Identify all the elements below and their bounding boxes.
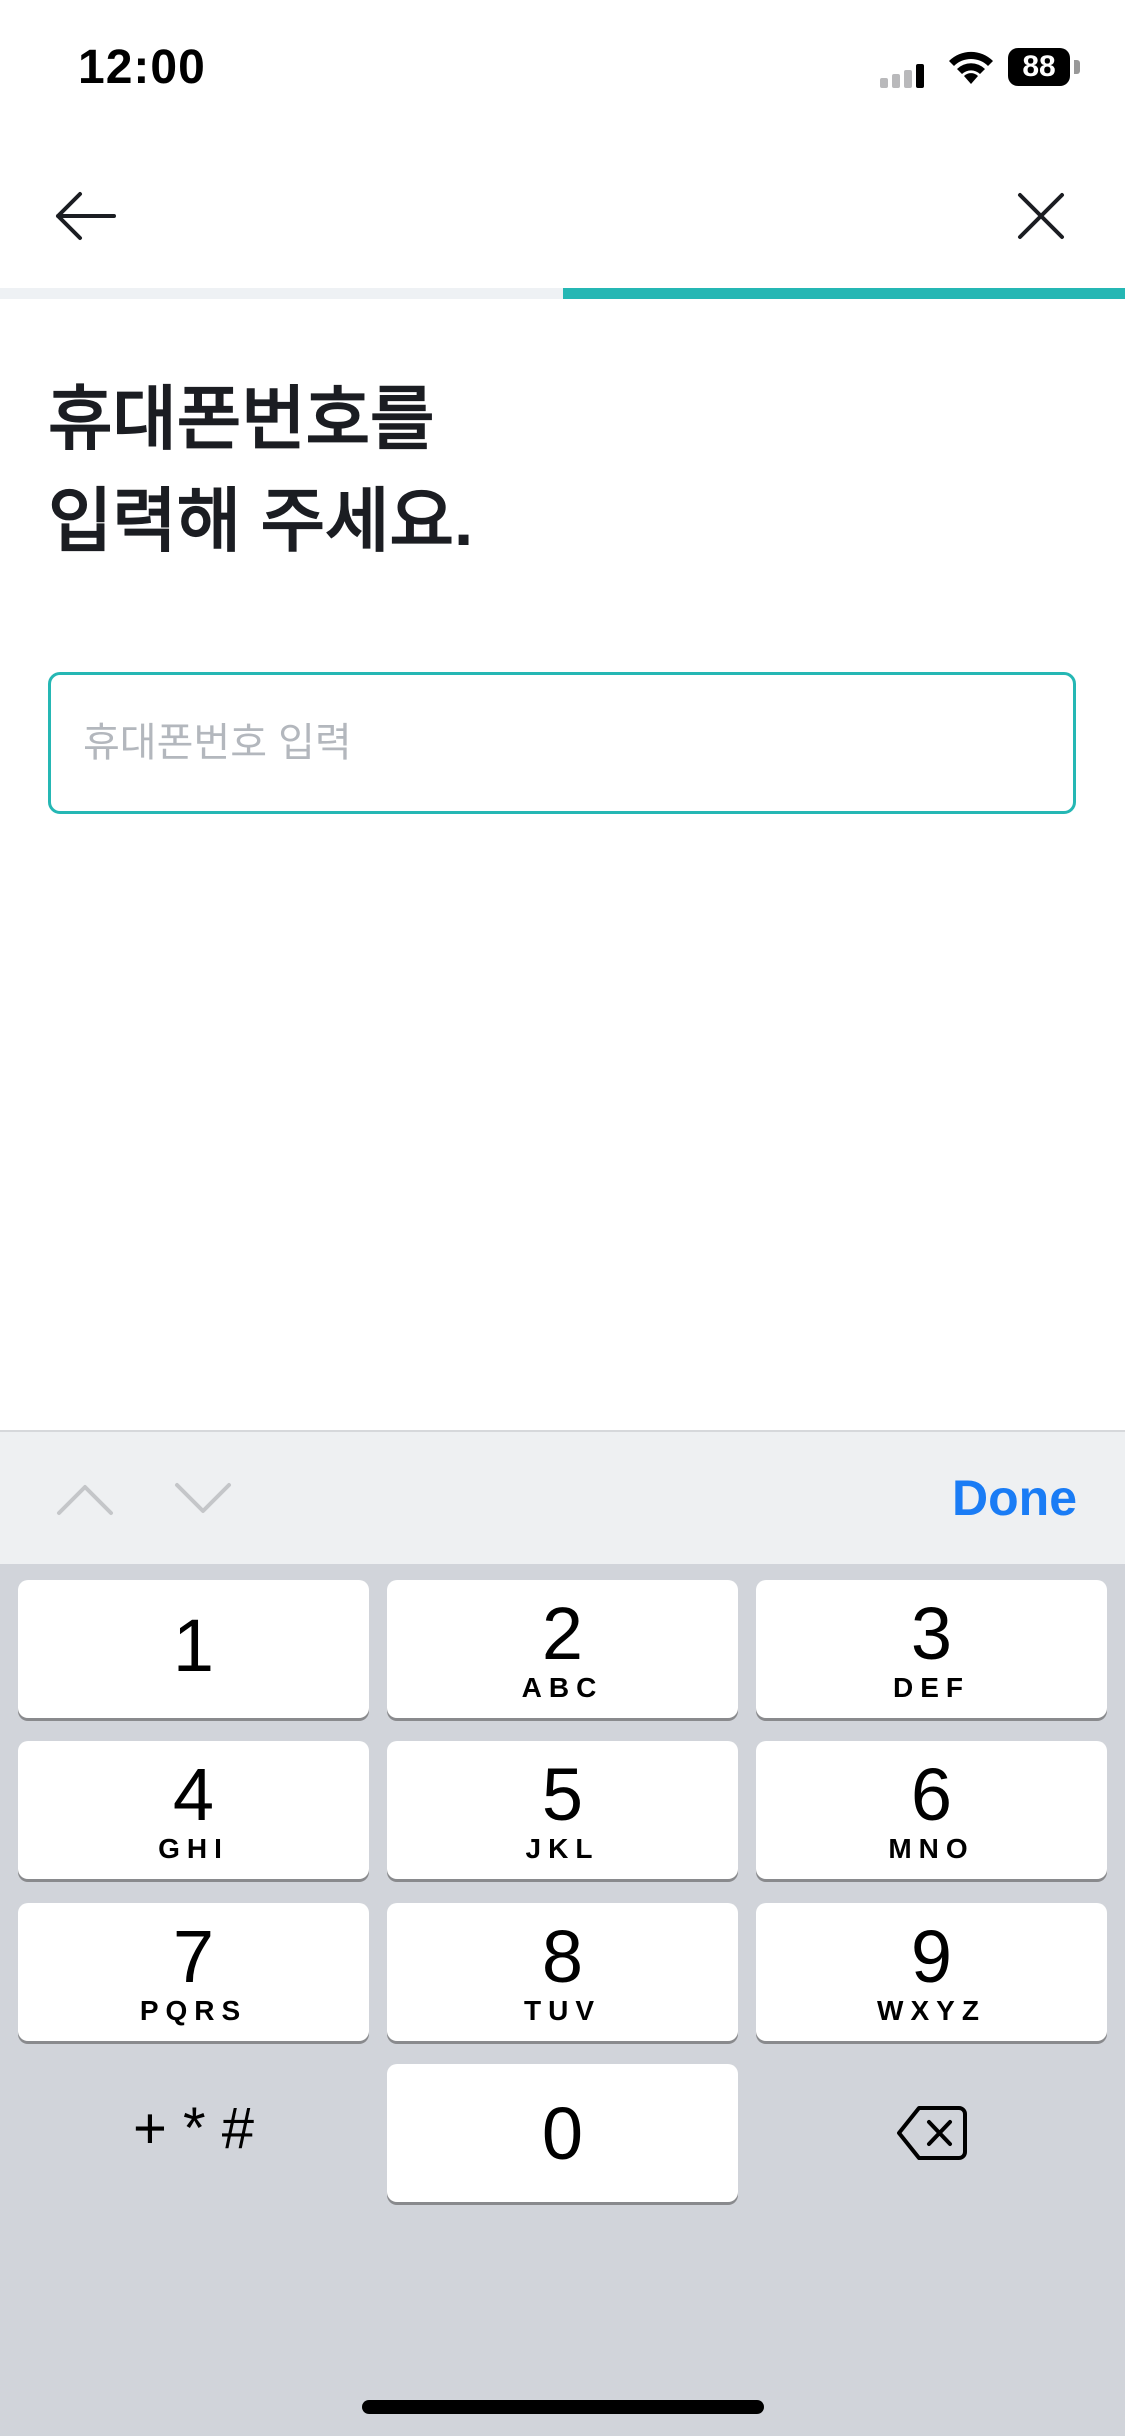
key-9[interactable]: 9 WXYZ [756,1903,1107,2041]
key-digit: 5 [541,1753,584,1836]
cellular-signal-icon [880,64,924,88]
key-digit: 9 [910,1915,953,1998]
status-time: 12:00 [78,41,206,94]
key-letters: WXYZ [877,1995,986,2026]
done-button[interactable]: Done [952,1464,1077,1532]
battery-icon: 88 [1008,48,1082,88]
key-4[interactable]: 4 GHI [18,1741,369,1879]
page-title-line-1: 휴대폰번호를 [48,380,435,458]
key-7[interactable]: 7 PQRS [18,1903,369,2041]
key-letters: GHI [158,1833,229,1864]
page-title-line-2: 입력해 주세요. [48,482,474,560]
next-field-button[interactable] [168,1474,238,1524]
key-letters: JKL [525,1833,600,1864]
back-button[interactable] [40,176,130,256]
key-6[interactable]: 6 MNO [756,1741,1107,1879]
key-8[interactable]: 8 TUV [387,1903,738,2041]
keyboard-accessory-bar: Done [0,1430,1125,1564]
battery-level: 88 [1022,50,1056,83]
wifi-icon [949,51,993,84]
key-letters: DEF [893,1672,970,1703]
status-bar: 12:00 88 [0,0,1125,140]
home-indicator[interactable] [362,2400,764,2414]
key-digit: 1 [172,1604,215,1687]
key-3[interactable]: 3 DEF [756,1580,1107,1718]
key-0[interactable]: 0 [387,2064,738,2202]
key-2[interactable]: 2 ABC [387,1580,738,1718]
key-letters: PQRS [139,1995,248,2026]
key-digit: 8 [541,1915,584,1998]
delete-key[interactable] [756,2064,1107,2202]
key-5[interactable]: 5 JKL [387,1741,738,1879]
page-title: 휴대폰번호를 입력해 주세요. [48,368,1048,572]
phone-number-input[interactable] [48,672,1076,814]
key-letters: ABC [521,1672,604,1703]
nav-bar [0,140,1125,290]
previous-field-button[interactable] [50,1474,120,1524]
key-letters: TUV [524,1995,601,2026]
key-1[interactable]: 1 [18,1580,369,1718]
chevron-down-icon [175,1483,231,1513]
close-button[interactable] [996,176,1086,256]
key-digit: 3 [910,1592,953,1675]
key-digit: 0 [541,2092,584,2175]
close-icon [1018,193,1064,239]
chevron-up-icon [57,1485,113,1515]
symbols-key[interactable]: + * # [18,2064,369,2202]
key-letters: MNO [888,1833,975,1864]
progress-bar-fill [562,288,1125,299]
key-digit: 2 [541,1592,584,1675]
key-digit: 6 [910,1753,953,1836]
progress-bar [0,288,1125,299]
key-digit: 4 [172,1753,215,1836]
numeric-keypad: 1 2 ABC 3 DEF 4 GHI 5 JKL 6 MNO 7 PQRS 8… [0,1564,1125,2436]
arrow-left-icon [56,192,116,240]
backspace-icon [896,2106,967,2160]
key-digit: 7 [172,1915,215,1998]
